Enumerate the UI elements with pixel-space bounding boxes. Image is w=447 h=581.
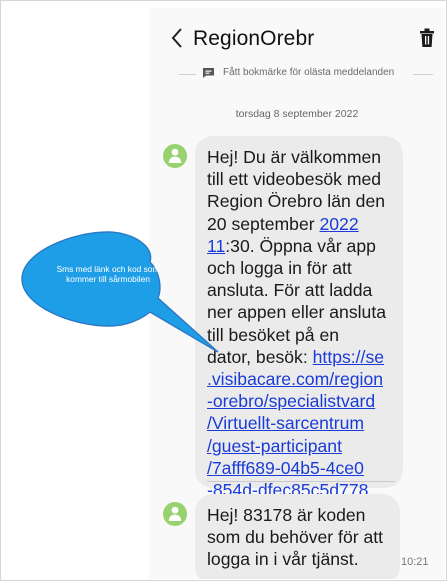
- callout-text: Sms med länk och kod som kommer till sår…: [56, 264, 160, 285]
- date-link[interactable]: 2022: [319, 214, 358, 234]
- message-line: till ett videobesök med: [207, 169, 382, 190]
- message-line: Hej! 83178 är koden: [207, 505, 366, 525]
- time-link[interactable]: 11: [207, 236, 225, 256]
- message-line: 20 september 2022: [207, 213, 403, 235]
- url-link[interactable]: /7afff689-04b5-4ce0: [207, 457, 403, 479]
- message-line: Hej! Du är välkommen: [207, 147, 382, 167]
- person-icon: [168, 506, 182, 521]
- url-link[interactable]: /guest-participant: [207, 435, 403, 457]
- message-line: ansluta. För att ladda: [207, 280, 373, 301]
- message-line: Region Örebro län den: [207, 191, 386, 212]
- unread-bookmark-banner: Fått bokmärke för olästa meddelanden: [149, 64, 445, 84]
- message-line: 11:30. Öppna vår app: [207, 235, 403, 257]
- message-text: dator, besök:: [207, 346, 313, 367]
- message-line: och logga in för att: [207, 258, 352, 279]
- chevron-left-icon[interactable]: [169, 26, 185, 50]
- url-link[interactable]: https://se: [313, 347, 384, 367]
- divider: [179, 74, 196, 75]
- bookmark-message-icon: [203, 68, 214, 78]
- message-timestamp: 10:21: [401, 556, 429, 568]
- message-line: dator, besök: https://se: [207, 346, 403, 368]
- url-link[interactable]: /Virtuellt-sarcentrum: [207, 412, 403, 434]
- sender-avatar[interactable]: [163, 144, 187, 168]
- message-line: ner appen eller ansluta: [207, 302, 386, 323]
- conversation-header: RegionOrebr: [149, 8, 445, 60]
- message-text: :30. Öppna vår app: [225, 235, 376, 256]
- message-text: 20 september: [207, 213, 320, 234]
- divider: [413, 74, 433, 75]
- sender-avatar[interactable]: [163, 502, 187, 526]
- trash-icon[interactable]: [419, 28, 435, 48]
- person-icon: [168, 148, 182, 163]
- message-bubble[interactable]: Hej! 83178 är koden som du behöver för a…: [195, 494, 400, 579]
- message-bubble[interactable]: Hej! Du är välkommen till ett videobesök…: [195, 136, 403, 500]
- messaging-app-screen: RegionOrebr Fått bokmärke för olästa med…: [149, 8, 445, 579]
- url-link[interactable]: .visibacare.com/region: [207, 368, 403, 390]
- url-link[interactable]: -orebro/specialistvard: [207, 390, 403, 412]
- message-line: som du behöver för att: [207, 527, 384, 548]
- date-separator: torsdag 8 september 2022: [235, 108, 359, 120]
- link-preview-divider: [207, 481, 395, 482]
- bookmark-banner-text: Fått bokmärke för olästa meddelanden: [223, 67, 395, 78]
- message-line: logga in i vår tjänst.: [207, 549, 359, 570]
- conversation-title: RegionOrebr: [193, 27, 315, 50]
- message-line: till besöket på en: [207, 324, 340, 345]
